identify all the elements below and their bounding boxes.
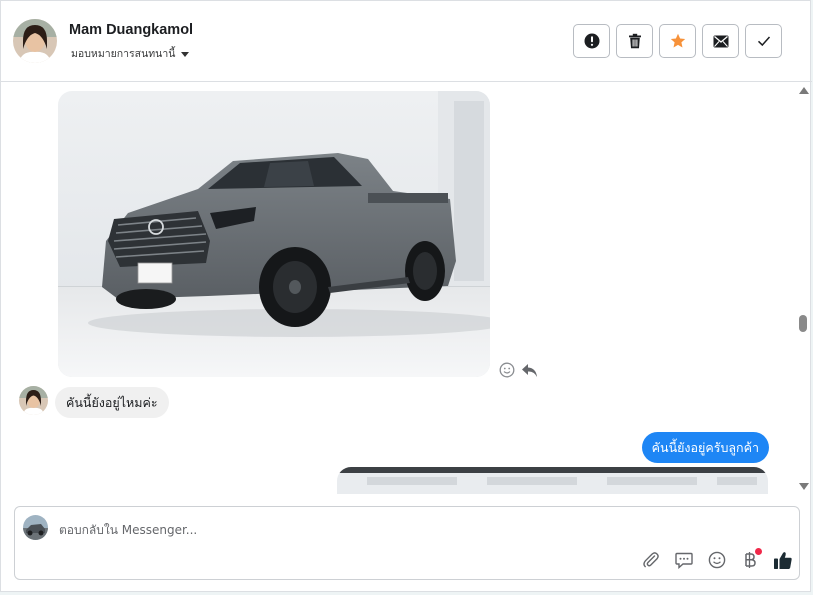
- assign-label: มอบหมายการสนทนานี้: [71, 48, 176, 60]
- message-actions: [499, 362, 538, 378]
- mark-unread-button[interactable]: [702, 24, 739, 58]
- message-thread[interactable]: คันนี้ยังอยู่ไหมค่ะ คันนี้ยังอยู่ครับลูก…: [1, 83, 797, 494]
- shared-car-photo-2[interactable]: [337, 467, 768, 494]
- delete-button[interactable]: [616, 24, 653, 58]
- mark-done-button[interactable]: [745, 24, 782, 58]
- mark-spam-button[interactable]: [573, 24, 610, 58]
- contact-name[interactable]: Mam Duangkamol: [69, 22, 193, 38]
- thread-scrollbar[interactable]: [797, 83, 811, 494]
- payment-button[interactable]: [739, 548, 762, 571]
- trash-icon: [628, 33, 641, 49]
- incoming-message[interactable]: คันนี้ยังอยู่ไหมค่ะ: [55, 387, 169, 418]
- scrollbar-thumb[interactable]: [799, 315, 807, 332]
- attach-button[interactable]: [640, 549, 662, 571]
- page-avatar: [23, 515, 48, 540]
- saved-replies-button[interactable]: [673, 549, 695, 571]
- envelope-icon: [713, 35, 728, 47]
- header-actions: [573, 24, 782, 58]
- assign-conversation-dropdown[interactable]: มอบหมายการสนทนานี้: [71, 45, 190, 62]
- contact-avatar[interactable]: [13, 19, 57, 63]
- attach-icon: [643, 552, 659, 568]
- checkmark-icon: [757, 36, 770, 47]
- messenger-conversation-panel: Mam Duangkamol มอบหมายการสนทนานี้ คันนี้…: [0, 0, 812, 592]
- conversation-header: Mam Duangkamol มอบหมายการสนทนานี้: [1, 1, 812, 82]
- caret-down-icon: [181, 51, 190, 57]
- emoji-icon: [708, 551, 726, 569]
- like-button[interactable]: [772, 549, 794, 571]
- reply-icon[interactable]: [521, 363, 538, 378]
- contact-avatar-small[interactable]: [19, 386, 48, 415]
- chat-bubble-icon: [675, 552, 693, 569]
- scroll-down-arrow-icon[interactable]: [799, 483, 809, 490]
- reply-composer: ตอบกลับใน Messenger...: [14, 506, 800, 580]
- thumbs-up-icon: [774, 551, 792, 569]
- notification-dot: [755, 548, 762, 555]
- scroll-up-arrow-icon[interactable]: [799, 87, 809, 94]
- emoji-react-icon[interactable]: [499, 362, 515, 378]
- reply-input[interactable]: ตอบกลับใน Messenger...: [59, 521, 759, 539]
- alert-icon: [584, 33, 599, 49]
- star-button[interactable]: [659, 24, 696, 58]
- emoji-button[interactable]: [706, 549, 728, 571]
- star-icon: [670, 33, 685, 48]
- composer-tools: [640, 548, 794, 571]
- outgoing-message[interactable]: คันนี้ยังอยู่ครับลูกค้า: [641, 432, 769, 463]
- shared-car-photo[interactable]: [58, 91, 490, 377]
